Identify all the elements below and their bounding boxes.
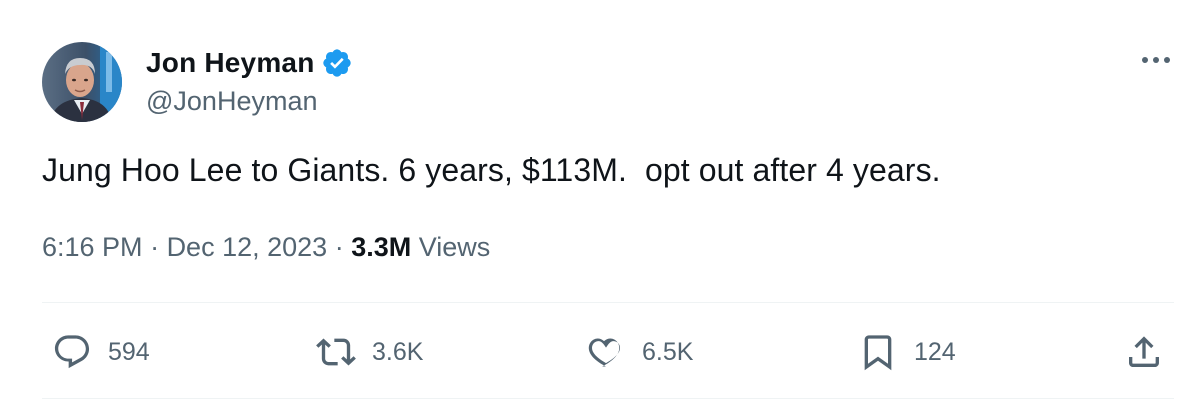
avatar[interactable] [42,42,122,122]
verified-badge-icon[interactable] [321,47,353,79]
meta-separator: · [327,232,352,262]
views-count[interactable]: 3.3M [351,232,411,263]
retweet-icon [316,338,356,366]
meta-separator: · [142,232,167,262]
author-handle[interactable]: @JonHeyman [146,86,317,117]
tweet-date[interactable]: Dec 12, 2023 [167,232,328,263]
divider [42,398,1174,399]
reply-button[interactable]: 594 [52,332,150,372]
share-button[interactable] [1124,332,1164,372]
bookmark-count: 124 [914,337,956,366]
author-name-row: Jon Heyman [146,44,353,82]
heart-icon [588,338,620,367]
bookmark-icon [864,335,892,371]
reply-icon [54,335,90,369]
tweet-card: Jon Heyman @JonHeyman Jung Hoo Lee to Gi… [0,0,1204,406]
avatar-photo [42,42,122,122]
author-display-name[interactable]: Jon Heyman [146,47,315,79]
tweet-time[interactable]: 6:16 PM [42,232,143,263]
retweet-button[interactable]: 3.6K [316,332,423,372]
like-button[interactable]: 6.5K [586,332,693,372]
share-icon [1129,336,1159,367]
reply-count: 594 [108,337,150,366]
more-horizontal-icon[interactable] [1138,48,1174,72]
views-label[interactable]: Views [411,232,491,263]
like-count: 6.5K [642,337,694,366]
bookmark-button[interactable]: 124 [858,332,956,372]
tweet-meta: 6:16 PM · Dec 12, 2023 · 3.3M Views [42,232,490,263]
retweet-count: 3.6K [372,337,424,366]
divider [42,302,1174,303]
tweet-text: Jung Hoo Lee to Giants. 6 years, $113M. … [42,152,941,188]
